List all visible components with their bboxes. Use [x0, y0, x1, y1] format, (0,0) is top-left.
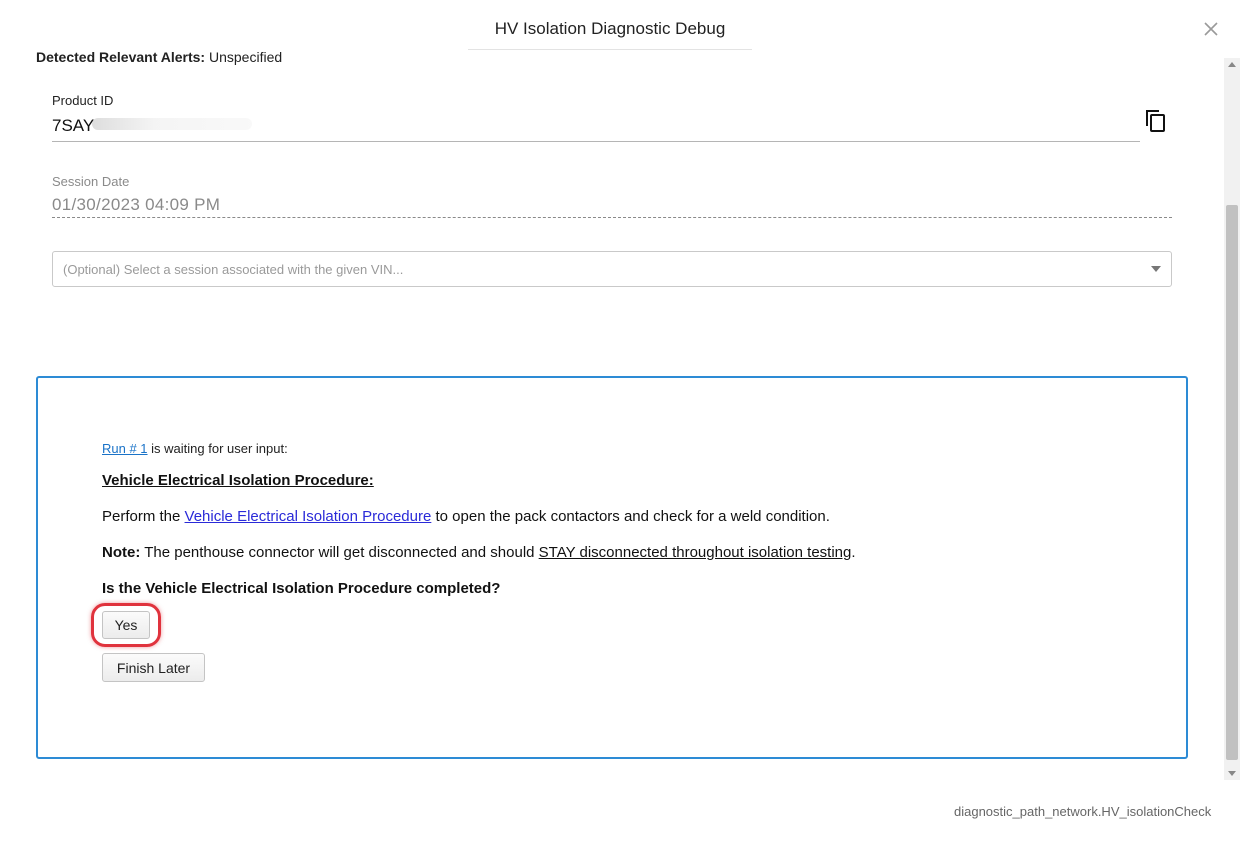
debug-modal: Detected Relevant Alerts: Unspecified HV…	[0, 0, 1240, 841]
scrollbar-thumb[interactable]	[1226, 205, 1238, 760]
product-id-value: 7SAY	[52, 116, 95, 135]
note-end: .	[851, 544, 856, 561]
note-text: The penthouse connector will get disconn…	[140, 544, 539, 561]
completion-question: Is the Vehicle Electrical Isolation Proc…	[102, 580, 501, 597]
alerts-label: Detected Relevant Alerts:	[36, 49, 206, 65]
close-button[interactable]	[1201, 19, 1221, 39]
vertical-scrollbar[interactable]	[1224, 58, 1240, 780]
session-date-label: Session Date	[52, 174, 130, 189]
note-label: Note:	[102, 544, 141, 561]
scroll-down-icon[interactable]	[1228, 771, 1236, 776]
modal-title: HV Isolation Diagnostic Debug	[494, 19, 726, 38]
procedure-link[interactable]: Vehicle Electrical Isolation Procedure	[185, 508, 432, 525]
product-id-underline	[52, 141, 1140, 142]
run-link[interactable]: Run # 1	[102, 441, 148, 456]
procedure-suffix: to open the pack contactors and check fo…	[431, 508, 830, 525]
run-panel	[36, 376, 1188, 759]
procedure-note: Note: The penthouse connector will get d…	[102, 544, 856, 561]
copy-icon	[1146, 110, 1165, 132]
modal-header: HV Isolation Diagnostic Debug	[468, 0, 752, 50]
session-select[interactable]: (Optional) Select a session associated w…	[52, 251, 1172, 287]
run-status-text: is waiting for user input:	[147, 441, 288, 456]
product-id-label: Product ID	[52, 93, 114, 108]
close-icon	[1204, 22, 1218, 36]
alerts-value: Unspecified	[208, 49, 283, 65]
note-emphasis: STAY disconnected throughout isolation t…	[538, 544, 852, 561]
procedure-title: Vehicle Electrical Isolation Procedure:	[102, 472, 374, 489]
procedure-prefix: Perform the	[102, 508, 185, 525]
copy-button[interactable]	[1144, 108, 1168, 134]
scroll-up-icon[interactable]	[1228, 62, 1236, 67]
yes-button[interactable]: Yes	[102, 611, 150, 639]
product-id-redaction	[92, 118, 252, 130]
session-date-value: 01/30/2023 04:09 PM	[52, 195, 221, 214]
finish-later-button[interactable]: Finish Later	[102, 653, 205, 682]
session-select-placeholder: (Optional) Select a session associated w…	[63, 262, 404, 277]
diagnostic-path-id: diagnostic_path_network.HV_isolationChec…	[954, 804, 1212, 819]
detected-alerts-line: Detected Relevant Alerts: Unspecified	[36, 49, 282, 65]
run-status-line: Run # 1 is waiting for user input:	[102, 441, 288, 456]
session-date-underline	[52, 217, 1172, 218]
chevron-down-icon	[1151, 266, 1161, 272]
procedure-instruction: Perform the Vehicle Electrical Isolation…	[102, 508, 830, 525]
